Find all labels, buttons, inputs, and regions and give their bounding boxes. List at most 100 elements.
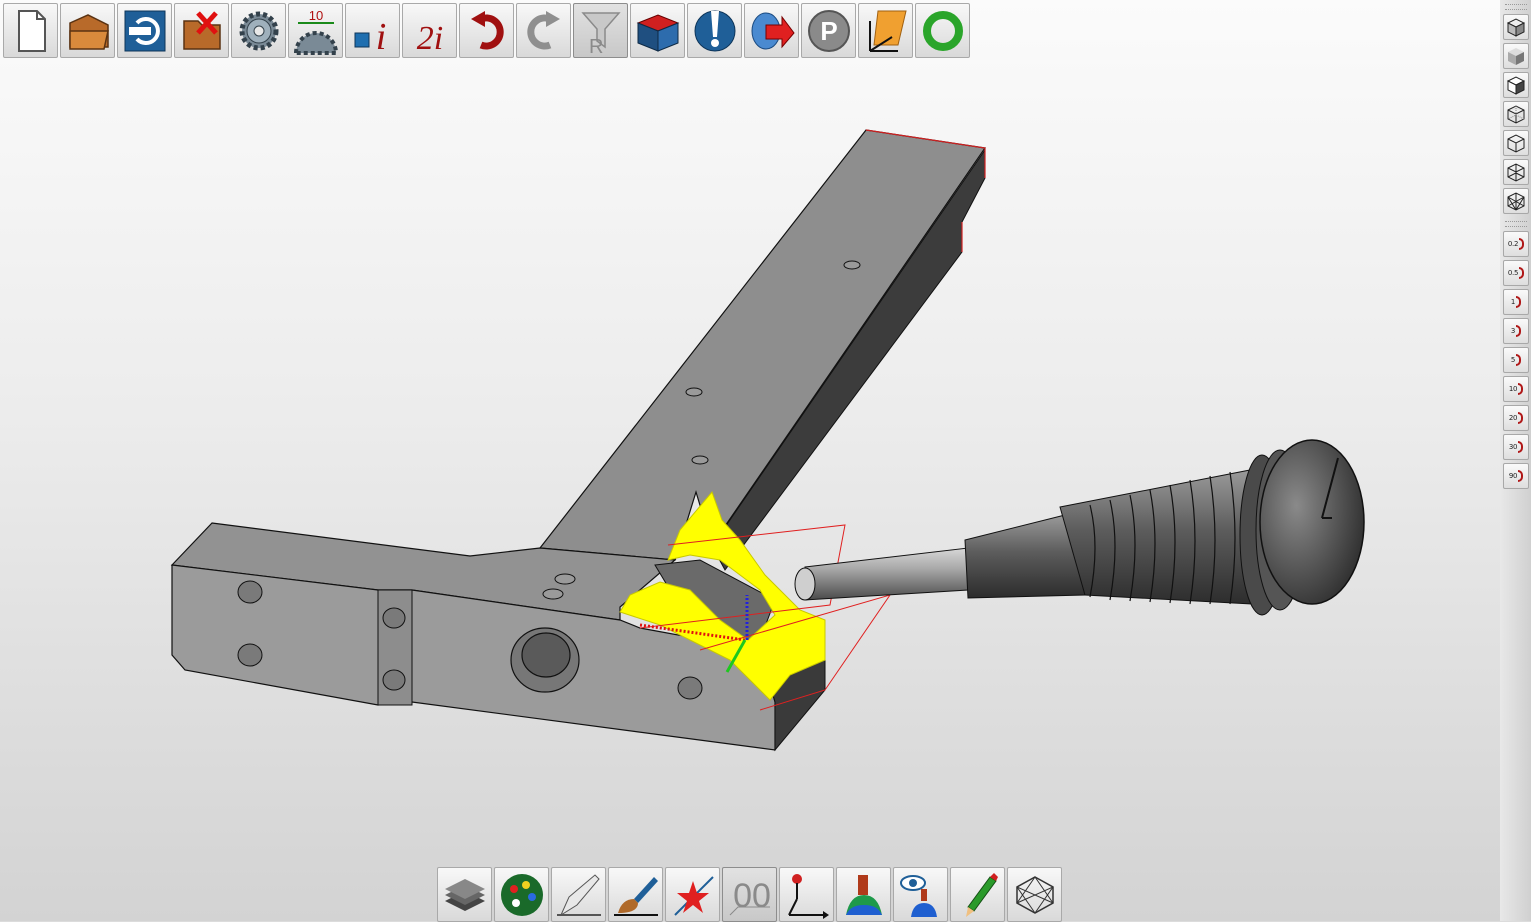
- info-label: i: [375, 16, 386, 55]
- red-star-icon: [673, 875, 714, 916]
- point-arrow-icon: [787, 873, 829, 919]
- filter-funnel-icon: R: [580, 11, 621, 55]
- wire-sphere-icon: [1015, 875, 1054, 914]
- info-two-button[interactable]: 2i: [402, 3, 457, 58]
- rotate-step-label: 90: [1508, 472, 1518, 480]
- mesh-view-button[interactable]: [1503, 188, 1529, 214]
- cube-hidden-line-icon: [1506, 76, 1526, 95]
- park-label: P: [820, 16, 837, 46]
- export-button[interactable]: [744, 3, 799, 58]
- pad-hole: [382, 669, 406, 691]
- blank-page-icon: [17, 9, 46, 52]
- base-hole: [237, 580, 263, 604]
- measure-gear-button[interactable]: 10: [288, 3, 343, 58]
- two-info-icon: 2i: [416, 20, 442, 55]
- shaded-view-button[interactable]: [1503, 43, 1529, 69]
- filter-button[interactable]: R: [573, 3, 628, 58]
- import-arrow-icon: [124, 10, 165, 51]
- top-toolbar: 10 i 2i R P: [3, 3, 970, 58]
- open-file-button[interactable]: [60, 3, 115, 58]
- rotate-arrow-icon: [1518, 412, 1524, 424]
- pad-hole: [382, 607, 406, 629]
- outline-view-button[interactable]: [1503, 130, 1529, 156]
- palette-button[interactable]: [494, 867, 549, 922]
- circle-button[interactable]: [915, 3, 970, 58]
- rotate-step-button[interactable]: 90: [1503, 463, 1529, 489]
- redo-button[interactable]: [516, 3, 571, 58]
- hidden-line-view-button[interactable]: [1503, 72, 1529, 98]
- open-folder-icon: [68, 13, 109, 50]
- cube-mesh-icon: [1507, 192, 1525, 211]
- close-file-button[interactable]: [174, 3, 229, 58]
- rotate-step-button[interactable]: 20: [1503, 405, 1529, 431]
- green-ring-icon: [922, 10, 963, 51]
- probe-button[interactable]: [687, 3, 742, 58]
- pencil-icon: [965, 872, 998, 917]
- cube-info-icon: i: [354, 16, 386, 55]
- rotate-step-label: 10: [1508, 385, 1518, 393]
- info-button[interactable]: i: [345, 3, 400, 58]
- undo-button[interactable]: [459, 3, 514, 58]
- sketch-pen-button[interactable]: [551, 867, 606, 922]
- measure-gear-label: 10: [308, 8, 322, 23]
- transparent-view-button[interactable]: [1503, 101, 1529, 127]
- coordinate-system-button[interactable]: [858, 3, 913, 58]
- pencil-button[interactable]: [950, 867, 1005, 922]
- solid-box-button[interactable]: [630, 3, 685, 58]
- arm-hole: [691, 455, 709, 465]
- panel-grip[interactable]: [1505, 221, 1527, 227]
- folder-delete-icon: [182, 10, 221, 50]
- top-hole: [542, 588, 564, 600]
- import-button[interactable]: [117, 3, 172, 58]
- rotate-step-button[interactable]: 0.5: [1503, 260, 1529, 286]
- counterbore-inner: [521, 632, 571, 678]
- pen-nib-icon: [556, 873, 601, 916]
- rotate-arrow-icon: [1516, 296, 1522, 308]
- park-button[interactable]: P: [801, 3, 856, 58]
- filter-label: R: [589, 36, 603, 55]
- highlight-button[interactable]: [665, 867, 720, 922]
- rotate-step-label: 30: [1508, 443, 1518, 451]
- rotate-arrow-icon: [1516, 354, 1522, 366]
- brush-button[interactable]: [608, 867, 663, 922]
- rotate-arrow-icon: [1519, 238, 1525, 250]
- 3d-viewport[interactable]: [0, 0, 1501, 921]
- shaded-edges-view-button[interactable]: [1503, 14, 1529, 40]
- zero-label: 00: [733, 877, 771, 915]
- settings-button[interactable]: [231, 3, 286, 58]
- cad-scene[interactable]: [0, 0, 1500, 921]
- wire-view-button[interactable]: [1503, 159, 1529, 185]
- gear-ruler-icon: 10: [293, 8, 338, 55]
- rotate-arrow-icon: [1516, 325, 1522, 337]
- rotate-step-label: 0.5: [1507, 269, 1519, 277]
- probe-point-button[interactable]: [779, 867, 834, 922]
- cube-transparent-icon: [1507, 105, 1525, 124]
- park-p-icon: P: [807, 9, 850, 52]
- probe-stylus[interactable]: [794, 439, 1365, 616]
- undo-icon: [470, 10, 504, 49]
- zero-button[interactable]: 00: [722, 867, 777, 922]
- base-hole: [237, 643, 263, 667]
- layers-button[interactable]: [437, 867, 492, 922]
- cube-shaded-edges-icon: [1506, 18, 1526, 37]
- wireframe-sphere-button[interactable]: [1007, 867, 1062, 922]
- arm-hole: [685, 387, 703, 397]
- rotate-arrow-icon: [1518, 441, 1524, 453]
- rotate-step-button[interactable]: 0.2: [1503, 231, 1529, 257]
- redo-icon: [526, 10, 560, 49]
- top-hole: [554, 573, 576, 585]
- rotate-arrow-icon: [1518, 383, 1524, 395]
- eye-bucket-icon: [899, 874, 937, 917]
- rotate-step-label: 0.2: [1507, 240, 1519, 248]
- panel-grip[interactable]: [1505, 4, 1527, 10]
- rotate-step-button[interactable]: 10: [1503, 376, 1529, 402]
- base-hole: [677, 676, 703, 700]
- new-file-button[interactable]: [3, 3, 58, 58]
- rotate-step-button[interactable]: 1: [1503, 289, 1529, 315]
- paint-brush-icon: [613, 876, 658, 916]
- view-color-button[interactable]: [893, 867, 948, 922]
- paint-bucket-button[interactable]: [836, 867, 891, 922]
- rotate-step-button[interactable]: 3: [1503, 318, 1529, 344]
- rotate-step-button[interactable]: 5: [1503, 347, 1529, 373]
- rotate-step-button[interactable]: 30: [1503, 434, 1529, 460]
